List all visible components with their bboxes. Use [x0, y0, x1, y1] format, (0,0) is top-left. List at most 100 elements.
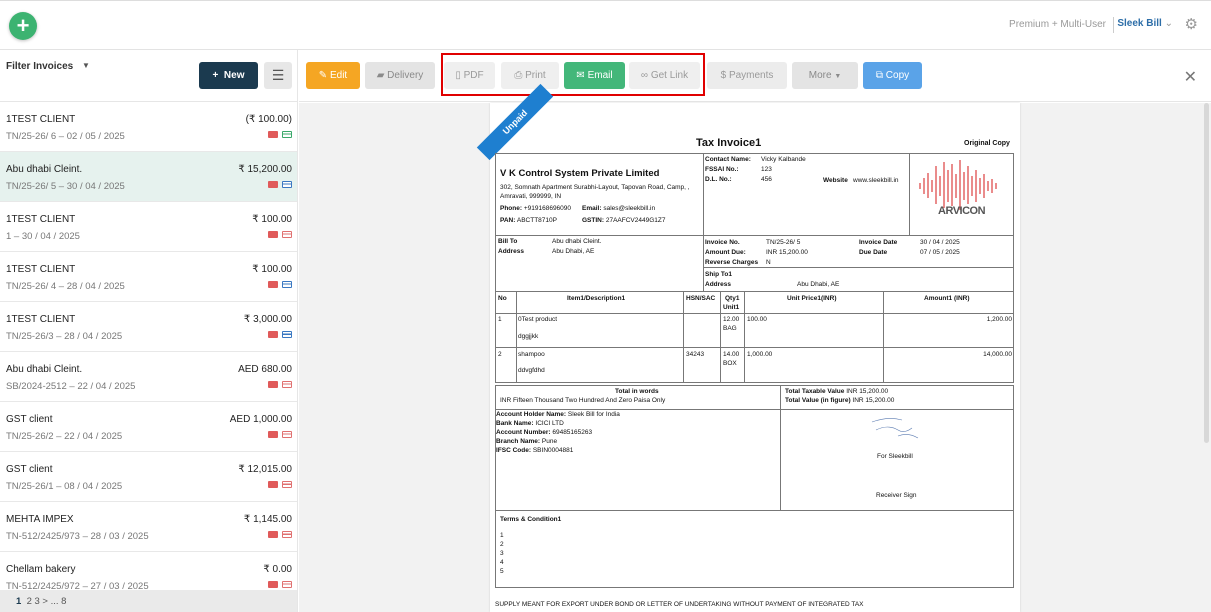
gear-icon[interactable]: ⚙: [1185, 15, 1198, 33]
term-line: 1: [500, 532, 504, 539]
envelope-icon: [268, 431, 278, 438]
address-label: Address: [498, 248, 525, 255]
client-name: 1TEST CLIENT: [6, 214, 76, 225]
ifsc-label: IFSC Code:: [496, 447, 532, 454]
website-label: Website: [823, 177, 848, 184]
invoice-list-item[interactable]: GST client TN/25-26/1 – 08 / 04 / 2025 ₹ 1…: [0, 452, 297, 502]
words-label: Total in words: [615, 388, 659, 395]
export-note: SUPPLY MEANT FOR EXPORT UNDER BOND OR LE…: [495, 601, 864, 608]
row-amount: 14,000.00: [983, 351, 1012, 358]
highlight-box: [441, 53, 705, 96]
account-menu[interactable]: Sleek Bill ⌄: [1117, 18, 1173, 29]
term-line: 5: [500, 568, 504, 575]
payments-button[interactable]: $ Payments: [707, 62, 787, 89]
invoice-list-item[interactable]: Abu dhabi Cleint. TN/25-26/ 5 – 30 / 04 /…: [0, 152, 297, 202]
status-icons: [268, 531, 292, 538]
invoice-list-item[interactable]: MEHTA IMPEX TN-512/2425/973 – 28 / 03 / 2…: [0, 502, 297, 552]
dl-label: D.L. No.:: [705, 176, 732, 183]
status-icons: [268, 281, 292, 288]
copy-type: Original Copy: [964, 140, 1010, 147]
page-current[interactable]: 1: [16, 596, 21, 607]
company-address-1: 302, Somnath Apartment Surabhi-Layout, T…: [500, 184, 690, 191]
payment-status-icon: [282, 281, 292, 288]
ship-to-label: Ship To1: [705, 271, 732, 278]
truck-icon: ▰: [376, 70, 385, 81]
copy-button[interactable]: ⧉ Copy: [863, 62, 922, 89]
client-name: Abu dhabi Cleint.: [6, 164, 83, 175]
signature-stamp: [871, 418, 919, 439]
col-unit: Unit1: [723, 304, 740, 311]
invoice-amount: ₹ 100.00: [252, 214, 292, 225]
invoice-meta: TN/25-26/ 6 – 02 / 05 / 2025: [6, 131, 125, 142]
list-menu-button[interactable]: ☰: [264, 62, 292, 89]
ship-address-label: Address: [705, 281, 732, 288]
pan-value: ABCTT8710P: [516, 217, 557, 224]
status-icons: [268, 131, 292, 138]
more-dropdown[interactable]: More ▼: [792, 62, 858, 89]
invoice-meta: TN/25-26/ 5 – 30 / 04 / 2025: [6, 181, 125, 192]
envelope-icon: [268, 481, 278, 488]
more-label: More: [808, 70, 832, 81]
copy-icon: ⧉: [875, 70, 883, 81]
client-name: GST client: [6, 414, 53, 425]
status-icons: [268, 581, 292, 588]
envelope-icon: [268, 531, 278, 538]
fssai-label: FSSAI No.:: [705, 166, 739, 173]
payment-status-icon: [282, 181, 292, 188]
term-line: 4: [500, 559, 504, 566]
invoice-list-item[interactable]: 1TEST CLIENT TN/25-26/3 – 28 / 04 / 2025 ₹…: [0, 302, 297, 352]
plan-label: Premium + Multi-User: [1009, 19, 1106, 30]
company-address-2: Amravati, 999999, IN: [500, 193, 562, 200]
invoice-preview: Unpaid Tax Invoice1 Original Copy V K Co…: [299, 83, 1211, 612]
terms-label: Terms & Condition1: [500, 516, 562, 523]
invoice-list-item[interactable]: Abu dhabi Cleint. SB/2024-2512 – 22 / 04 …: [0, 352, 297, 402]
row-price: 1,000.00: [747, 351, 773, 358]
bank-value: ICICI LTD: [535, 420, 564, 427]
invoice-list-item[interactable]: 1TEST CLIENT TN/25-26/ 4 – 28 / 04 / 2025…: [0, 252, 297, 302]
delivery-button[interactable]: ▰ Delivery: [365, 62, 435, 89]
add-button[interactable]: +: [9, 12, 37, 40]
scrollbar[interactable]: [1204, 103, 1209, 443]
chevron-down-icon: ⌄: [1164, 18, 1173, 29]
row-no: 1: [498, 316, 502, 323]
caret-down-icon[interactable]: ▼: [82, 61, 90, 70]
page-links[interactable]: 2 3 > ... 8: [27, 596, 67, 607]
reverse-label: Reverse Charges: [705, 259, 759, 266]
copy-label: Copy: [885, 70, 910, 81]
status-icons: [268, 331, 292, 338]
invoice-list-item[interactable]: 1TEST CLIENT TN/25-26/ 6 – 02 / 05 / 2025…: [0, 102, 297, 152]
term-line: 2: [500, 541, 504, 548]
logo-text: ARVICON: [938, 205, 986, 217]
invoice-list-item[interactable]: 1TEST CLIENT 1 – 30 / 04 / 2025 ₹ 100.00: [0, 202, 297, 252]
invoice-sidebar: Filter Invoices ▼ + New ☰ 1TEST CLIENT TN…: [0, 50, 298, 612]
invoice-amount: ₹ 100.00: [252, 264, 292, 275]
acc-no-value: 69485165263: [552, 429, 593, 436]
phone-label: Phone:: [500, 205, 523, 212]
payment-status-icon: [282, 531, 292, 538]
close-icon[interactable]: ✕: [1184, 67, 1197, 87]
invoice-meta: TN-512/2425/973 – 28 / 03 / 2025: [6, 531, 149, 542]
due-date-value: 07 / 05 / 2025: [920, 249, 960, 256]
invoice-amount: ₹ 12,015.00: [238, 464, 292, 475]
new-label: New: [223, 70, 245, 81]
status-icons: [268, 231, 292, 238]
col-price: Unit Price1(INR): [787, 295, 837, 302]
email-label: Email:: [582, 205, 602, 212]
branch-value: Pune: [541, 438, 558, 445]
new-invoice-button[interactable]: + New: [199, 62, 258, 89]
terms-block: [495, 510, 1014, 588]
amount-due-value: INR 15,200.00: [766, 249, 808, 256]
row-unit: BOX: [723, 360, 737, 367]
fssai-value: 123: [761, 166, 772, 173]
invoice-title: Tax Invoice1: [696, 137, 762, 149]
filter-invoices-dropdown[interactable]: Filter Invoices: [6, 61, 73, 72]
invoice-date-label: Invoice Date: [859, 239, 898, 246]
edit-button[interactable]: ✎ Edit: [306, 62, 360, 89]
row-desc: ddvgfdhd: [518, 367, 545, 374]
invoice-document: Unpaid Tax Invoice1 Original Copy V K Co…: [476, 83, 1020, 612]
invoice-amount: AED 680.00: [238, 364, 292, 375]
email-value: sales@sleekbill.in: [603, 205, 656, 212]
row-no: 2: [498, 351, 502, 358]
bill-address-value: Abu Dhabi, AE: [552, 248, 595, 255]
invoice-list-item[interactable]: GST client TN/25-26/2 – 22 / 04 / 2025 AED…: [0, 402, 297, 452]
